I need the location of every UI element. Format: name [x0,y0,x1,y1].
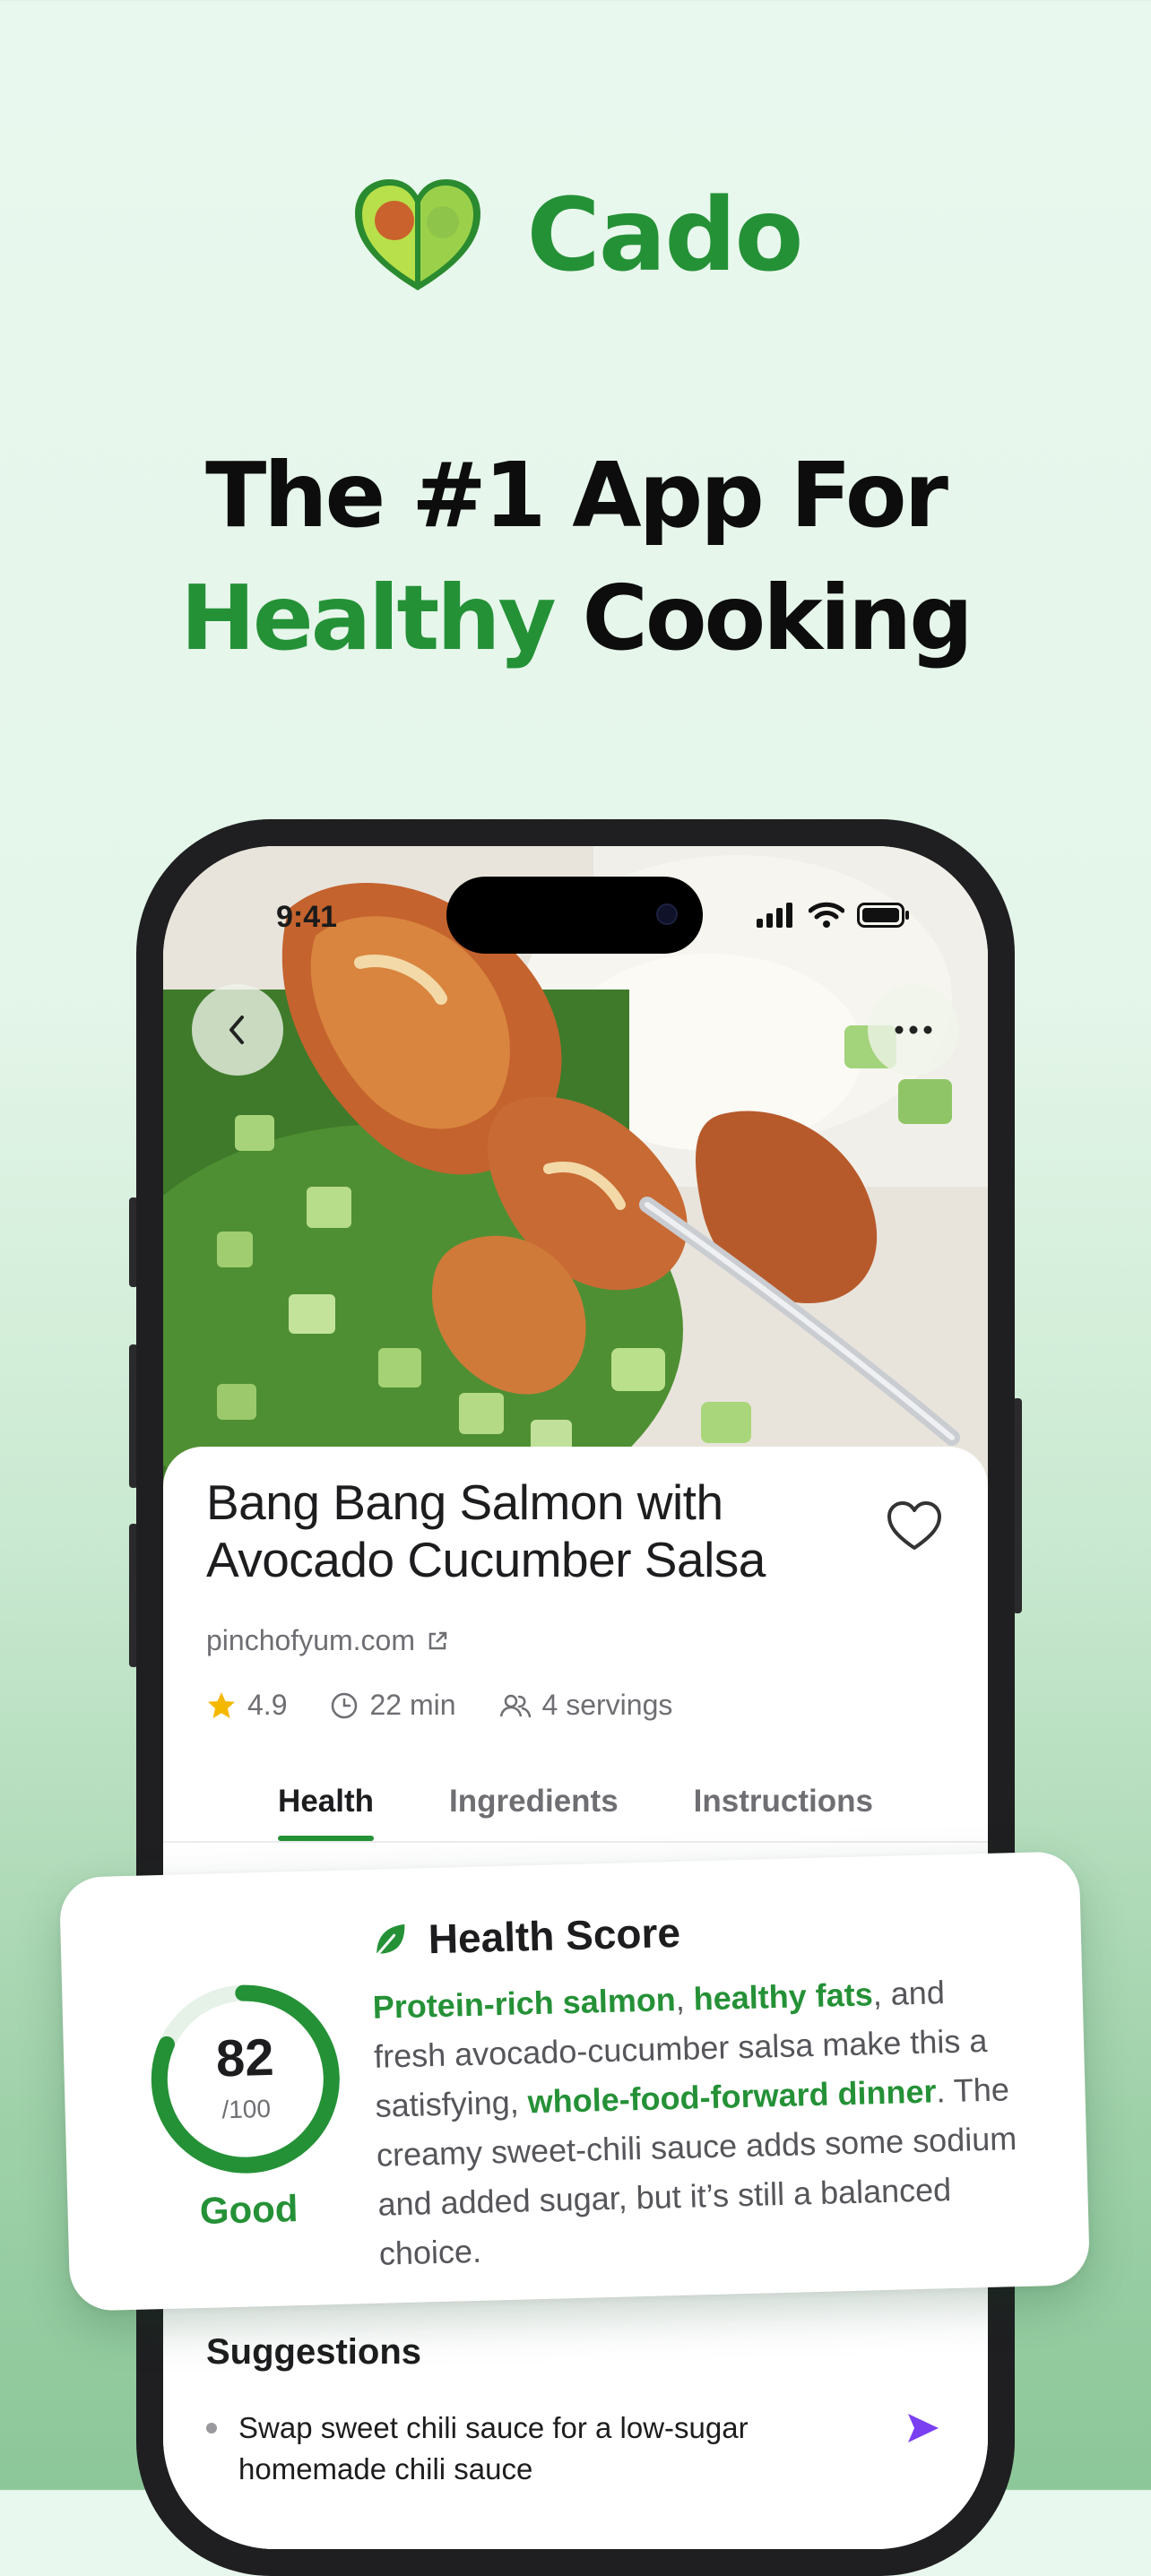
rating: 4.9 [206,1689,287,1722]
ellipsis-icon [895,1025,932,1034]
highlight-fats: healthy fats [693,1975,874,2018]
recipe-source-link[interactable]: pinchofyum.com [206,1624,449,1657]
avocado-heart-icon [354,179,480,290]
headline-line-2: Healthy Cooking [0,574,1151,663]
front-camera [656,903,678,925]
people-icon [499,1694,531,1717]
recipe-source: pinchofyum.com [206,1624,415,1656]
headline-line-1: The #1 App For [205,443,948,548]
brand-name: Cado [526,177,804,294]
health-score-ring: 82 /100 [144,1978,347,2181]
dynamic-island [446,877,703,954]
suggestion-text: Swap sweet chili sauce for a low-sugar h… [238,2411,749,2485]
external-link-icon [428,1631,447,1649]
headline-rest: Cooking [553,566,973,670]
signal-icon [757,903,792,928]
health-score-total: /100 [221,2094,272,2124]
app-logo: Cado [0,176,1151,296]
tabs-divider [163,1841,988,1843]
highlight-dinner: whole-food-forward dinner [527,2072,938,2121]
recipe-tabs: Health Ingredients Instructions [163,1769,988,1841]
tab-instructions[interactable]: Instructions [694,1769,873,1841]
servings: 4 servings [499,1689,672,1722]
leaf-icon [375,1923,405,1958]
headline-accent: Healthy [180,566,556,670]
star-icon [208,1691,235,1718]
heart-icon [887,1501,941,1550]
cook-time: 22 min [330,1689,456,1722]
tab-health[interactable]: Health [278,1769,374,1841]
suggestions-title: Suggestions [206,2332,422,2372]
bullet [206,2423,217,2433]
suggestion-item[interactable]: Swap sweet chili sauce for a low-sugar h… [206,2407,941,2490]
wifi-icon [809,902,844,928]
clock-icon [332,1692,358,1718]
back-button[interactable] [192,984,283,1076]
more-options-button[interactable] [868,984,959,1076]
health-score-card: 82 /100 Good Health Score Protein-rich s… [58,1851,1091,2312]
health-score-rating: Good [199,2187,299,2232]
status-icons [757,902,911,929]
health-score-description: Protein-rich salmon, healthy fats, and f… [372,1974,1017,2272]
favorite-button[interactable] [886,1500,943,1556]
health-score-heading: Health Score [370,1908,681,1965]
send-icon[interactable] [905,2411,941,2445]
status-time: 9:41 [276,900,338,934]
battery-icon [857,903,909,928]
tab-ingredients[interactable]: Ingredients [449,1769,619,1841]
chevron-left-icon [229,1016,244,1044]
recipe-meta: 4.9 22 min 4 servings [206,1689,715,1722]
health-score-value: 82 [215,2027,275,2088]
recipe-title: Bang Bang Salmon with Avocado Cucumber S… [206,1474,766,1587]
health-score-title: Health Score [428,1908,681,1963]
highlight-protein: Protein-rich salmon [372,1981,677,2026]
